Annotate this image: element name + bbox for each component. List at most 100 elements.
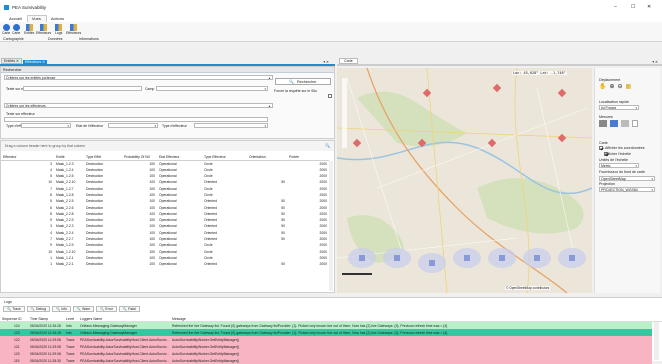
text-effector-input[interactable] xyxy=(4,117,268,122)
area-icon[interactable] xyxy=(610,120,618,127)
globe-icon xyxy=(2,24,10,31)
col-sequence-id[interactable]: Sequence ID xyxy=(0,317,30,321)
deplacement-label: Déplacement xyxy=(599,78,621,82)
ribbon-button-label: Carte xyxy=(12,31,21,35)
zoom-extent-icon[interactable]: ▦ xyxy=(626,83,632,90)
map-marker-blue[interactable] xyxy=(499,255,505,261)
log-filter-fatal[interactable]: 🔍 Fatal xyxy=(118,306,140,312)
window-title: PEA Survivability xyxy=(12,4,47,10)
ribbon-button-1[interactable]: Carte xyxy=(12,24,20,35)
log-filter-debug[interactable]: 🔍 Debug xyxy=(26,306,51,312)
ribbon-button-2[interactable]: Entités xyxy=(24,24,34,35)
map-marker-blue[interactable] xyxy=(429,260,435,266)
log-filter-error[interactable]: 🔍 Error xyxy=(96,306,117,312)
map-marker-blue[interactable] xyxy=(359,255,365,261)
clear-measure-icon[interactable] xyxy=(632,120,638,127)
search-icon: 🔍 xyxy=(56,307,61,311)
type-effector-dropdown[interactable]: ▾ xyxy=(194,123,268,128)
tab-effecteurs[interactable]: Effecteurs ✕ xyxy=(23,60,48,64)
map-marker-blue[interactable] xyxy=(569,255,575,261)
chevron-down-icon: ▲ xyxy=(268,75,271,80)
grid-icon xyxy=(55,24,63,31)
log-cell-message: Refreshed the live Gateway list. Found {… xyxy=(172,323,448,328)
log-row[interactable]: 123 05/04/2020 11:26:28 Info Orléans.Messag… xyxy=(0,329,652,336)
text-effector-label: Texte sur effecteur xyxy=(6,112,35,116)
criteria-entity-dropdown[interactable]: Critères sur les entités porteuse ▲ xyxy=(4,75,273,80)
log-scrollbar[interactable] xyxy=(654,322,659,360)
log-cell-logger: Orléans.Messaging.GatewayManager xyxy=(80,323,137,328)
camp-dropdown[interactable]: ▾ xyxy=(156,86,268,91)
criteria-effector-dropdown[interactable]: Critères sur les effecteurs ▲ xyxy=(4,103,273,108)
map-view[interactable]: Lon: 45,028° Lat: -1,748° © OpenStreetMa… xyxy=(337,68,592,293)
ribbon-button-5[interactable]: Effecteurs xyxy=(66,24,81,35)
projection-label: Projection xyxy=(599,182,615,186)
distance-icon[interactable] xyxy=(621,120,629,127)
search-icon: 🔍 xyxy=(100,307,105,311)
panel-menu-icon[interactable]: ▾ ✕ xyxy=(652,60,658,64)
provider-dropdown[interactable]: OpenStreetMap ▾ xyxy=(599,176,655,181)
localisation-dropdown[interactable]: Isl France ▾ xyxy=(599,105,639,110)
projection-dropdown[interactable]: PROJECTION_WGS84 ▾ xyxy=(599,187,655,192)
zoom-out-icon[interactable]: ⊖ xyxy=(618,83,623,90)
log-row[interactable]: 121 05/04/2020 11:29:08 Trace PEASurvivabil… xyxy=(0,343,652,350)
close-button[interactable]: ✕ xyxy=(647,4,651,10)
force-silo-checkbox[interactable] xyxy=(328,94,332,98)
table-cell: 2000 xyxy=(319,262,327,267)
log-cell-id: 121 xyxy=(14,344,20,349)
table-row[interactable]: 1 Mask_2.2.1 Destruction 100 Operational Orie… xyxy=(1,261,329,267)
log-cell-time: 05/04/2020 11:26:28 xyxy=(30,330,61,335)
col-time-stamp[interactable]: Time Stamp xyxy=(30,317,66,321)
ribbon-button-4[interactable]: Logs xyxy=(55,24,62,35)
col-logger[interactable]: Loggers Name xyxy=(80,317,172,321)
maximize-button[interactable]: ☐ xyxy=(631,4,635,10)
text-entity-input[interactable] xyxy=(23,86,142,91)
log-row[interactable]: 122 05/04/2020 11:29:08 Trace PEASurvivabil… xyxy=(0,336,652,343)
log-filter-warn[interactable]: 🔍 Warn xyxy=(72,306,95,312)
camp-label: Camp xyxy=(145,87,155,91)
log-cell-message: ActorSurvivabilityWorker.GetEntityManage… xyxy=(172,344,240,349)
minimize-button[interactable]: – xyxy=(614,4,617,10)
log-cell-time: 05/04/2020 11:29:08 xyxy=(30,351,61,356)
right-tabstrip: Carte ▾ ✕ xyxy=(337,58,662,66)
log-cell-id: 122 xyxy=(14,337,20,342)
ribbon-group-donnees: Données xyxy=(48,37,63,41)
col-message[interactable]: Message xyxy=(172,317,652,321)
grid-scrollbar[interactable] xyxy=(329,161,333,291)
ruler-icon[interactable] xyxy=(599,120,607,127)
col-level[interactable]: Level xyxy=(66,317,80,321)
tab-carte[interactable]: Carte xyxy=(339,58,358,64)
ribbon-button-label: Carte xyxy=(2,31,11,35)
coords-checkbox[interactable] xyxy=(599,146,603,150)
zoom-in-icon[interactable]: ⊕ xyxy=(609,83,614,90)
units-label: Unités de l'échelle xyxy=(599,158,629,162)
ribbon-button-label: Logs xyxy=(55,31,63,35)
log-filter-info[interactable]: 🔍 Info xyxy=(52,306,71,312)
pan-hand-icon[interactable]: ✋ xyxy=(599,83,606,90)
pin-icon[interactable]: ▾ ✕ xyxy=(323,60,329,64)
map-marker-blue[interactable] xyxy=(394,255,400,261)
map-marker-blue[interactable] xyxy=(534,255,540,261)
group-by-hint: Drag a column header here to group by th… xyxy=(1,141,334,151)
ribbon-group-informations: Informations xyxy=(79,37,99,41)
menu-vues[interactable]: Vues xyxy=(26,15,47,22)
table-cell: Operational xyxy=(159,262,177,267)
map-marker-blue[interactable] xyxy=(464,255,470,261)
search-icon: 🔍 xyxy=(7,307,12,311)
log-filter-trace[interactable]: 🔍 Trace xyxy=(3,306,25,312)
grid-search-icon[interactable]: 🔍 xyxy=(325,143,330,148)
units-dropdown[interactable]: Metric ▾ xyxy=(599,163,639,168)
ribbon-button-3[interactable]: Effecteurs xyxy=(36,24,51,35)
type-effect-dropdown[interactable]: ▾ xyxy=(21,123,71,128)
log-rows: 124 05/04/2020 11:26:28 Info Orléans.Messag… xyxy=(0,322,652,364)
search-button[interactable]: 🔍 Rechercher xyxy=(275,78,331,85)
log-row[interactable]: 120 05/04/2020 11:29:08 Trace PEASurvivabil… xyxy=(0,350,652,357)
state-dropdown[interactable]: ▾ xyxy=(108,123,158,128)
log-cell-logger: Orléans.Messaging.GatewayManager xyxy=(80,330,137,335)
log-filter-bar: 🔍 Trace 🔍 Debug 🔍 Info 🔍 Warn 🔍 Error 🔍 Fatal xyxy=(3,306,140,312)
log-cell-logger: PEASurvivability.ActorSurvivabilityHost.… xyxy=(80,351,169,356)
logs-title: Logs xyxy=(4,300,12,304)
ribbon-button-label: Effecteurs xyxy=(36,31,52,35)
log-row[interactable]: 124 05/04/2020 11:26:28 Info Orléans.Messag… xyxy=(0,322,652,329)
ribbon-button-0[interactable]: Carte xyxy=(2,24,10,35)
tab-entites[interactable]: Entités ✕ xyxy=(1,58,23,64)
